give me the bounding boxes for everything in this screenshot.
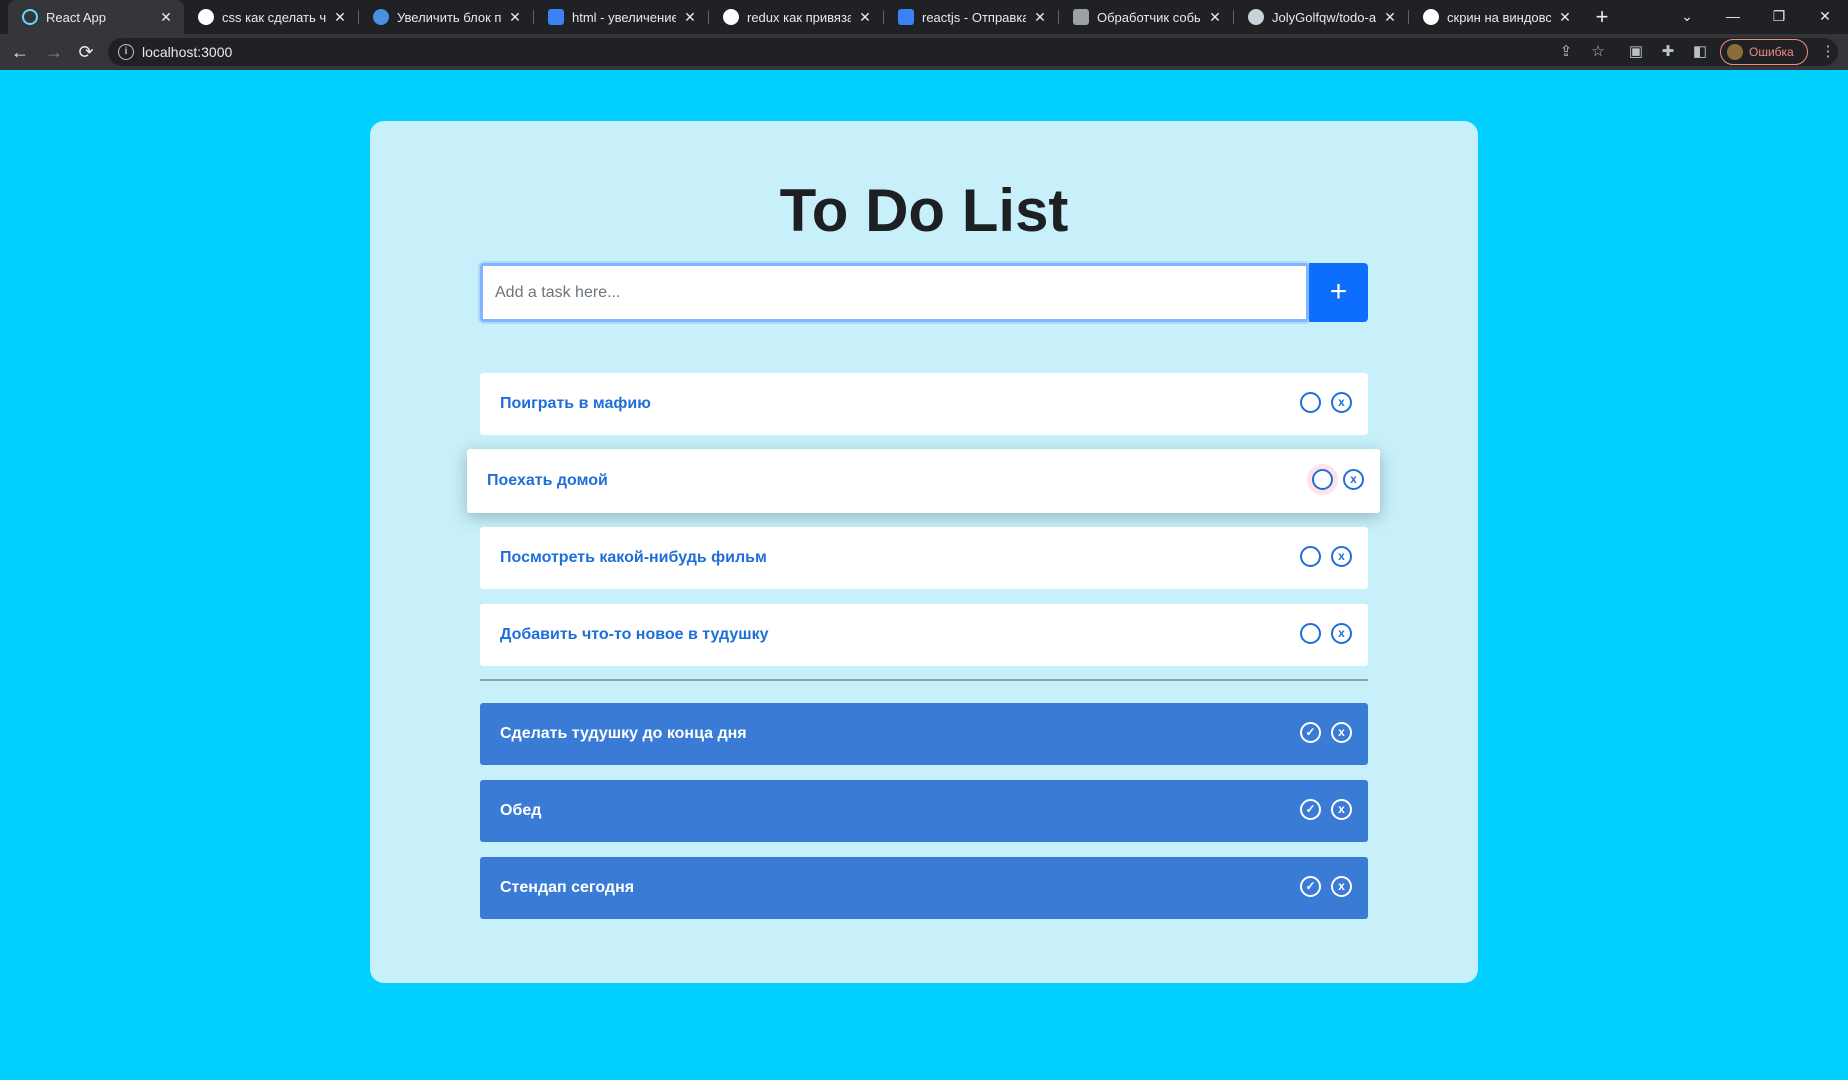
share-icon[interactable]: ⇪ [1552,38,1580,66]
circle-icon[interactable] [1300,623,1321,644]
close-icon[interactable]: ✕ [158,9,174,26]
circle-icon[interactable] [1312,469,1333,490]
star-icon[interactable]: ☆ [1584,38,1612,66]
new-tab-button[interactable]: + [1588,3,1616,31]
tab-title: Увеличить блок при [397,9,501,25]
google-icon [198,9,214,25]
close-window-button[interactable]: ✕ [1802,0,1848,34]
tab-title: css как сделать чтоб [222,9,326,25]
circle-icon[interactable] [1300,392,1321,413]
close-icon[interactable]: x [1331,722,1352,743]
github-icon [1248,9,1264,25]
close-icon[interactable]: x [1331,876,1352,897]
task-label: Поехать домой [487,472,608,489]
task-item[interactable]: Поиграть в мафию x [480,373,1368,435]
tab-title: reactjs - Отправка ф [922,9,1026,25]
react-icon [22,9,38,25]
puzzle-icon[interactable]: ✚ [1654,38,1682,66]
tab-title: скрин на виндовс 1 [1447,9,1551,25]
close-icon[interactable]: ✕ [682,9,698,26]
browser-tab[interactable]: html - увеличение б ✕ [534,0,708,34]
divider [480,679,1368,681]
circle-icon[interactable] [1300,546,1321,567]
browser-tab[interactable]: скрин на виндовс 1 ✕ [1409,0,1583,34]
browser-tab[interactable]: JolyGolfqw/todo-app ✕ [1234,0,1408,34]
menu-icon[interactable]: ⋮ [1814,38,1842,66]
close-icon[interactable]: x [1343,469,1364,490]
task-label: Обед [500,802,542,819]
browser-tab[interactable]: React App ✕ [8,0,184,34]
task-label: Посмотреть какой-нибудь фильм [500,549,767,566]
tab-title: redux как привязать [747,9,851,25]
check-circle-icon[interactable]: ✓ [1300,876,1321,897]
stackoverflow-icon [898,9,914,25]
close-icon[interactable]: ✕ [1207,9,1223,26]
tab-title: html - увеличение б [572,9,676,25]
check-circle-icon[interactable]: ✓ [1300,799,1321,820]
close-icon[interactable]: x [1331,392,1352,413]
task-label: Поиграть в мафию [500,395,651,412]
browser-toolbar: ← → ⟳ i localhost:3000 ⇪ ☆ ▣ ✚ ◧ Ошибка … [0,34,1848,70]
stackoverflow-icon [548,9,564,25]
close-icon[interactable]: ✕ [1032,9,1048,26]
close-icon[interactable]: x [1331,799,1352,820]
tab-title: Обработчик событ [1097,9,1201,25]
reload-icon[interactable]: ⟳ [72,38,100,66]
close-icon[interactable]: ✕ [507,9,523,26]
completed-task-item[interactable]: Обед ✓ x [480,780,1368,842]
close-icon[interactable]: x [1331,546,1352,567]
close-icon[interactable]: ✕ [332,9,348,26]
profile-label: Ошибка [1749,45,1794,59]
task-label: Добавить что-то новое в тудушку [500,626,769,643]
profile-button[interactable]: Ошибка [1720,39,1808,65]
google-icon [723,9,739,25]
task-input[interactable] [483,266,1306,319]
avatar [1727,44,1743,60]
task-label: Стендап сегодня [500,879,635,896]
side-panel-icon[interactable]: ◧ [1686,38,1714,66]
check-circle-icon[interactable]: ✓ [1300,722,1321,743]
back-arrow-icon[interactable]: ← [6,38,34,66]
task-input-wrapper [480,263,1309,322]
browser-tab[interactable]: reactjs - Отправка ф ✕ [884,0,1058,34]
close-icon[interactable]: ✕ [857,9,873,26]
completed-task-item[interactable]: Стендап сегодня ✓ x [480,857,1368,919]
tab-title: JolyGolfqw/todo-app [1272,9,1376,25]
url-text: localhost:3000 [142,44,233,60]
info-icon[interactable]: i [118,44,134,60]
tab-title: React App [46,9,106,25]
completed-task-item[interactable]: Сделать тудушку до конца дня ✓ x [480,703,1368,765]
site-icon [1073,9,1089,25]
extension-icon[interactable]: ▣ [1622,38,1650,66]
task-label: Сделать тудушку до конца дня [500,725,747,742]
restore-button[interactable]: ❐ [1756,0,1802,34]
close-icon[interactable]: ✕ [1382,9,1398,26]
minimize-button[interactable]: — [1710,0,1756,34]
task-item[interactable]: Добавить что-то новое в тудушку x [480,604,1368,666]
browser-tab-bar: React App ✕ css как сделать чтоб ✕ Увели… [0,0,1848,34]
page-title: To Do List [779,177,1069,244]
browser-tab[interactable]: Увеличить блок при ✕ [359,0,533,34]
close-icon[interactable]: ✕ [1557,9,1573,26]
google-icon [1423,9,1439,25]
browser-tab[interactable]: css как сделать чтоб ✕ [184,0,358,34]
site-icon [373,9,389,25]
browser-tab[interactable]: redux как привязать ✕ [709,0,883,34]
forward-arrow-icon[interactable]: → [40,38,68,66]
add-task-button[interactable]: + [1309,263,1368,322]
tab-search-icon[interactable]: ⌄ [1664,0,1710,34]
task-item[interactable]: Поехать домой x [467,449,1380,513]
browser-tab[interactable]: Обработчик событ ✕ [1059,0,1233,34]
task-item[interactable]: Посмотреть какой-нибудь фильм x [480,527,1368,589]
close-icon[interactable]: x [1331,623,1352,644]
